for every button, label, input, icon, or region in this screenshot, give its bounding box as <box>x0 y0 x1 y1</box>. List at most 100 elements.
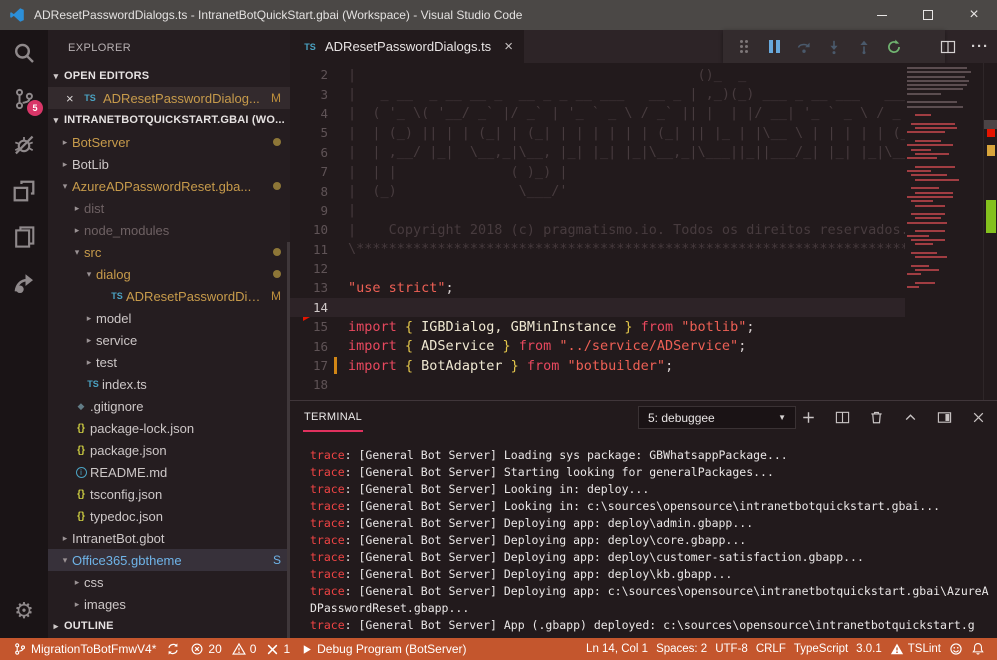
status-version[interactable]: 3.0.1 <box>852 638 886 660</box>
glyph-margin[interactable] <box>328 220 348 239</box>
split-terminal-button[interactable] <box>833 408 851 426</box>
code-line-12[interactable]: 12 <box>290 259 905 278</box>
sidebar-item-css[interactable]: ▸css <box>48 571 290 593</box>
glyph-margin[interactable] <box>328 278 348 297</box>
status-warnings[interactable]: 0 <box>227 638 262 660</box>
code-line-16[interactable]: 16import { ADService } from "../service/… <box>290 336 905 355</box>
code-line-9[interactable]: 9| <box>290 201 905 220</box>
terminal-output[interactable]: trace: [General Bot Server] Loading sys … <box>290 432 997 638</box>
glyph-margin[interactable] <box>328 104 348 123</box>
sidebar-item-intranetbot-gbot[interactable]: ▸IntranetBot.gbot <box>48 527 290 549</box>
status-tslint[interactable]: TSLint <box>886 638 945 660</box>
sidebar-item-package-json[interactable]: {}package.json <box>48 439 290 461</box>
stop-button[interactable] <box>912 35 936 59</box>
code-line-6[interactable]: 6| | ,__/ |_| \__,_|\__, |_| |_| |_|\__,… <box>290 143 905 162</box>
drag-handle-button[interactable] <box>732 35 756 59</box>
activitybar-item-share[interactable] <box>0 260 48 306</box>
restart-button[interactable] <box>882 35 906 59</box>
status-tasks[interactable]: 1 <box>261 638 295 660</box>
sidebar-item-service[interactable]: ▸service <box>48 329 290 351</box>
status-debug-launch[interactable]: Debug Program (BotServer) <box>295 638 471 660</box>
minimap[interactable] <box>905 63 983 400</box>
glyph-margin[interactable] <box>328 143 348 162</box>
tab-close-icon[interactable]: × <box>504 38 513 55</box>
kill-terminal-button[interactable] <box>867 408 885 426</box>
step-into-button[interactable] <box>822 35 846 59</box>
glyph-margin[interactable] <box>328 84 348 103</box>
code-line-15[interactable]: 15import { IGBDialog, GBMinInstance } fr… <box>290 317 905 336</box>
glyph-margin[interactable] <box>328 65 348 84</box>
sidebar-item-model[interactable]: ▸model <box>48 307 290 329</box>
sidebar-item-tsconfig-json[interactable]: {}tsconfig.json <box>48 483 290 505</box>
minimize-button[interactable] <box>859 0 905 30</box>
code-line-7[interactable]: 7| | | ( )_) | <box>290 162 905 181</box>
glyph-margin[interactable] <box>328 240 348 259</box>
pause-button[interactable] <box>762 35 786 59</box>
activitybar-item-settings[interactable]: ⚙ <box>0 588 48 634</box>
new-terminal-button[interactable] <box>799 408 817 426</box>
status-sync[interactable] <box>161 638 185 660</box>
code-line-11[interactable]: 11\*************************************… <box>290 240 905 259</box>
sidebar-item-azureadpasswordreset-gba[interactable]: ▾AzureADPasswordReset.gba... <box>48 175 290 197</box>
sidebar-item-package-lock-json[interactable]: {}package-lock.json <box>48 417 290 439</box>
activitybar-item-extensions[interactable] <box>0 168 48 214</box>
activitybar-item-source-control[interactable]: 5 <box>0 76 48 122</box>
code-line-13[interactable]: 13"use strict"; <box>290 278 905 297</box>
toggle-panel-button[interactable] <box>935 408 953 426</box>
code-line-10[interactable]: 10| Copyright 2018 (c) pragmatismo.io. T… <box>290 220 905 239</box>
glyph-margin[interactable] <box>328 259 348 278</box>
split-editor-button[interactable] <box>940 39 956 55</box>
sidebar-item-botlib[interactable]: ▸BotLib <box>48 153 290 175</box>
step-over-button[interactable] <box>792 35 816 59</box>
glyph-margin[interactable] <box>328 375 348 394</box>
status-encoding[interactable]: UTF-8 <box>711 638 752 660</box>
sidebar-item-adresetpassworddial[interactable]: TSADResetPasswordDial...M <box>48 285 290 307</box>
sidebar-item-index-ts[interactable]: TSindex.ts <box>48 373 290 395</box>
workspace-header[interactable]: ▾ INTRANETBOTQUICKSTART.GBAI (WO... <box>48 109 290 131</box>
code-line-8[interactable]: 8| (_) \___/' <box>290 181 905 200</box>
scrollbar-slider[interactable] <box>984 120 997 129</box>
glyph-margin[interactable] <box>328 181 348 200</box>
close-button[interactable]: × <box>951 0 997 30</box>
terminal-tab[interactable]: TERMINAL <box>303 401 363 432</box>
sidebar-item-images[interactable]: ▸images <box>48 593 290 615</box>
status-feedback[interactable] <box>945 638 967 660</box>
maximize-panel-button[interactable] <box>901 408 919 426</box>
code-line-18[interactable]: 18 <box>290 375 905 394</box>
code-line-17[interactable]: 17import { BotAdapter } from "botbuilder… <box>290 356 905 375</box>
status-indentation[interactable]: Spaces: 2 <box>652 638 711 660</box>
code-line-4[interactable]: 4| ( '_ \( '__/ _` |/ _` | '_ ` _ \ / _`… <box>290 104 905 123</box>
terminal-select[interactable]: 5: debuggee ▼ <box>638 406 796 429</box>
glyph-margin[interactable] <box>328 123 348 142</box>
close-panel-button[interactable] <box>969 408 987 426</box>
sidebar-item-src[interactable]: ▾src <box>48 241 290 263</box>
maximize-button[interactable] <box>905 0 951 30</box>
activitybar-item-docs[interactable] <box>0 214 48 260</box>
code-line-3[interactable]: 3| _ __ _ __ __ _ __ _ _ __ ___ __ _ | ,… <box>290 84 905 103</box>
open-editors-header[interactable]: ▾ OPEN EDITORS <box>48 65 290 87</box>
code-line-14[interactable]: 14 <box>290 298 905 317</box>
code-line-2[interactable]: 2| ()_ _ <box>290 65 905 84</box>
glyph-margin[interactable] <box>328 356 348 375</box>
glyph-margin[interactable] <box>328 336 348 355</box>
sidebar-item-test[interactable]: ▸test <box>48 351 290 373</box>
status-git-branch[interactable]: MigrationToBotFmwV4* <box>8 638 161 660</box>
step-out-button[interactable] <box>852 35 876 59</box>
glyph-margin[interactable] <box>328 317 348 336</box>
code-area[interactable]: 2| ()_ _3| _ __ _ __ __ _ __ _ _ __ ___ … <box>290 63 905 400</box>
sidebar-item-node-modules[interactable]: ▸node_modules <box>48 219 290 241</box>
sidebar-item-typedoc-json[interactable]: {}typedoc.json <box>48 505 290 527</box>
status-cursor-position[interactable]: Ln 14, Col 1 <box>582 638 652 660</box>
activitybar-item-search[interactable] <box>0 30 48 76</box>
sidebar-item-dist[interactable]: ▸dist <box>48 197 290 219</box>
open-editor-item[interactable]: ×TSADResetPasswordDialog...M <box>48 87 290 109</box>
status-notifications[interactable] <box>967 638 989 660</box>
overview-ruler[interactable] <box>983 63 997 400</box>
glyph-margin[interactable] <box>328 298 348 317</box>
glyph-margin[interactable] <box>328 201 348 220</box>
sidebar-item-botserver[interactable]: ▸BotServer <box>48 131 290 153</box>
status-language[interactable]: TypeScript <box>790 638 852 660</box>
sidebar-item-gitignore[interactable]: ◆.gitignore <box>48 395 290 417</box>
tab-adresetpassworddialogs[interactable]: TS ADResetPasswordDialogs.ts × <box>290 30 524 63</box>
sidebar-item-readme-md[interactable]: iREADME.md <box>48 461 290 483</box>
